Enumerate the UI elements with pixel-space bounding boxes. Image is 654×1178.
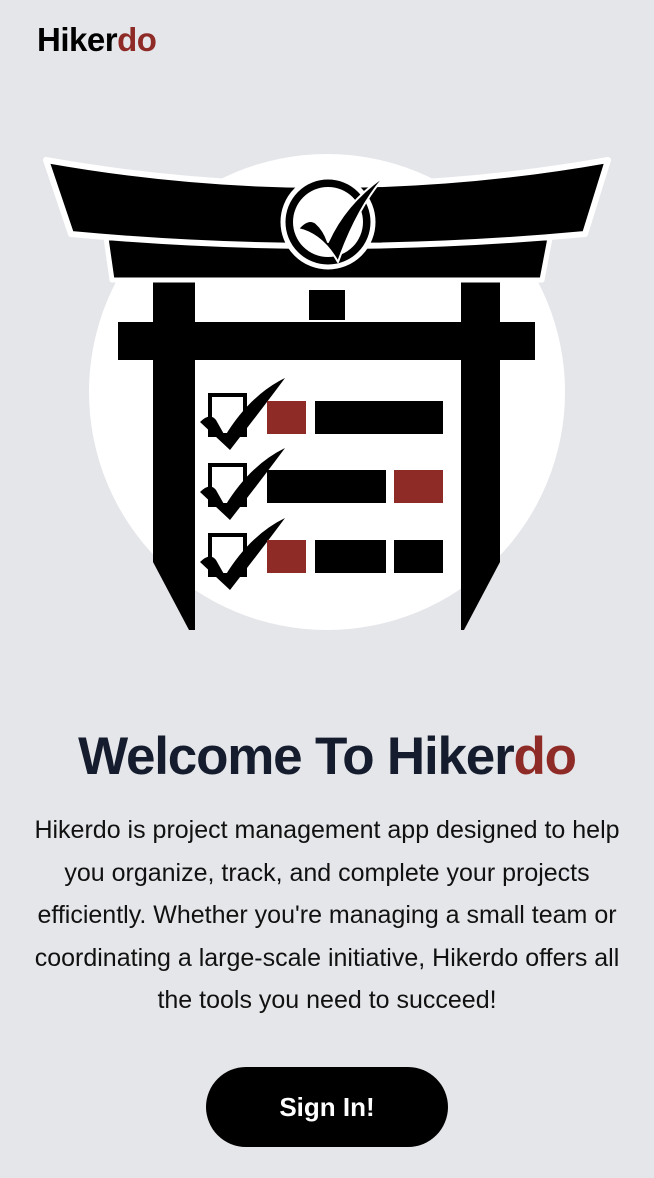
welcome-title-main: Welcome To Hiker [78, 727, 515, 786]
brand-logo[interactable]: Hikerdo [37, 20, 157, 60]
sign-in-button[interactable]: Sign In! [206, 1067, 448, 1147]
torii-checklist-logo-icon [43, 154, 611, 630]
welcome-title-accent: do [513, 727, 578, 786]
torii-crossbeam [118, 322, 535, 360]
app-description: Hikerdo is project management app design… [34, 816, 620, 1014]
brand-name-main: Hiker [37, 21, 118, 58]
brand-name-accent: do [117, 21, 157, 58]
welcome-title: Welcome To Hikerdo [0, 725, 654, 789]
